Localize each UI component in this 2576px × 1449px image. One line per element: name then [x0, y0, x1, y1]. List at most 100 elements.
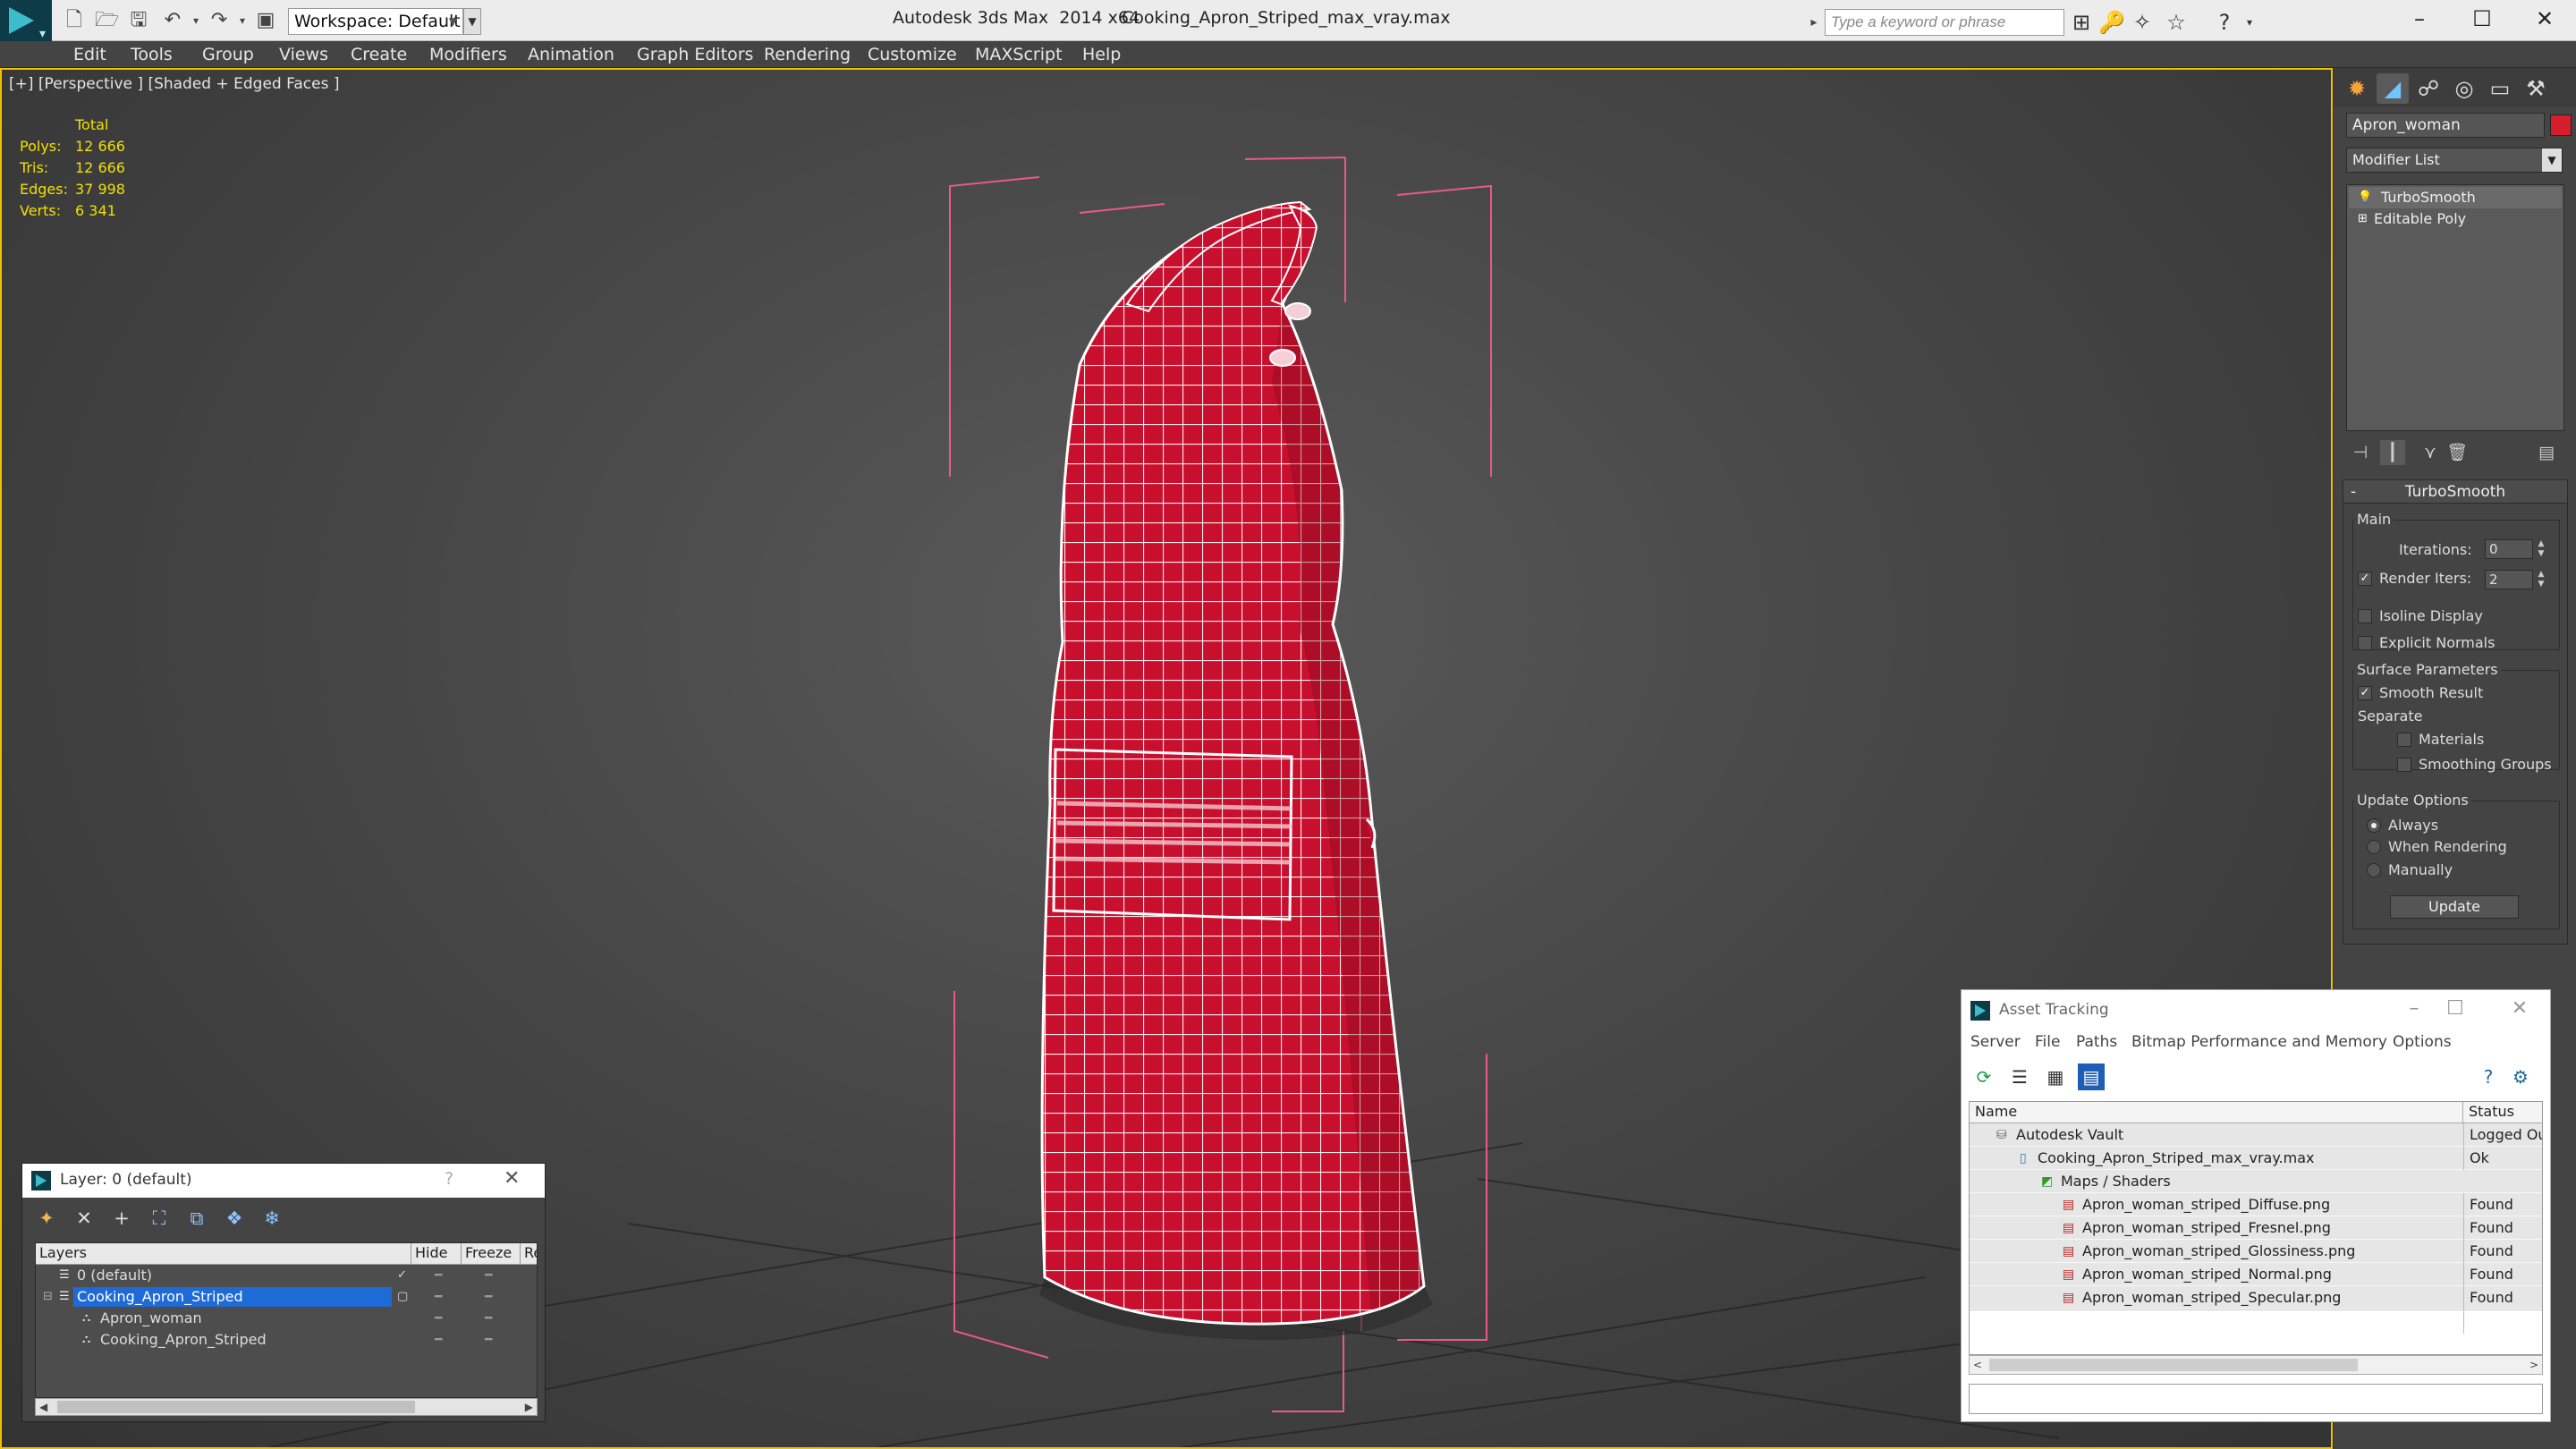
- scrollbar-thumb[interactable]: [1989, 1359, 2358, 1371]
- minimize-button[interactable]: –: [2396, 997, 2432, 1020]
- layer-row[interactable]: ⊟ ☰ Cooking_Apron_Striped ▢ ━ ━: [36, 1286, 537, 1308]
- scroll-left-icon[interactable]: <: [1973, 1356, 1982, 1374]
- stack-item-turbosmooth[interactable]: 💡 TurboSmooth: [2349, 187, 2562, 208]
- update-always-radio[interactable]: [2367, 818, 2381, 833]
- smooth-result-checkbox[interactable]: ✓: [2358, 686, 2372, 700]
- hide-all-layers-icon[interactable]: ❖: [221, 1205, 248, 1232]
- horizontal-scrollbar[interactable]: < >: [1969, 1355, 2543, 1375]
- object-color-swatch[interactable]: [2550, 114, 2572, 136]
- col-render[interactable]: Re: [521, 1243, 537, 1265]
- menu-maxscript[interactable]: MAXScript: [975, 43, 1063, 66]
- expand-plus-icon[interactable]: ⊞: [2358, 208, 2372, 230]
- workspace-selector[interactable]: Workspace: Default ▼: [288, 8, 463, 35]
- menu-create[interactable]: Create: [351, 43, 407, 66]
- select-objects-icon[interactable]: ⛶: [146, 1205, 173, 1232]
- materials-checkbox[interactable]: [2397, 733, 2411, 747]
- new-file-icon[interactable]: 🗋: [63, 9, 86, 32]
- delete-layer-icon[interactable]: ✕: [71, 1205, 97, 1232]
- subscription-icon[interactable]: 🔑: [2098, 9, 2125, 36]
- col-name[interactable]: Name: [1970, 1102, 2463, 1123]
- render-iters-checkbox[interactable]: ✓: [2358, 572, 2372, 586]
- menu-edit[interactable]: Edit: [73, 43, 106, 66]
- open-file-icon[interactable]: 🗁: [95, 9, 119, 32]
- menu-animation[interactable]: Animation: [528, 43, 614, 66]
- asset-path-field[interactable]: [1969, 1384, 2543, 1414]
- collapse-minus-icon[interactable]: ⊟: [43, 1286, 53, 1308]
- scrollbar-thumb[interactable]: [57, 1401, 415, 1413]
- maximize-button[interactable]: ☐: [2437, 997, 2473, 1020]
- lightbulb-icon[interactable]: 💡: [2358, 187, 2372, 208]
- spinner-arrows-icon[interactable]: ▲ ▼: [2535, 539, 2547, 559]
- menu-customize[interactable]: Customize: [868, 43, 957, 66]
- save-icon[interactable]: 🖫: [127, 9, 150, 32]
- redo-icon[interactable]: ↷: [208, 9, 231, 32]
- configure-sets-icon[interactable]: ▤: [2534, 440, 2559, 465]
- menu-graph-editors[interactable]: Graph Editors: [637, 43, 753, 66]
- help-dropdown-icon[interactable]: ▾: [2236, 9, 2263, 36]
- smoothing-groups-checkbox[interactable]: [2397, 758, 2411, 772]
- quick-access-dropdown[interactable]: ▼: [463, 8, 481, 35]
- explicit-normals-checkbox[interactable]: [2358, 636, 2372, 650]
- update-button[interactable]: Update: [2390, 895, 2519, 919]
- asset-row[interactable]: ▯ Cooking_Apron_Striped_max_vray.max Ok: [1970, 1147, 2542, 1170]
- update-manually-radio[interactable]: [2367, 863, 2381, 877]
- scroll-left-icon[interactable]: ◀: [39, 1399, 47, 1415]
- make-unique-icon[interactable]: ⋎: [2418, 440, 2443, 465]
- freeze-toggle[interactable]: ━: [485, 1329, 492, 1351]
- col-freeze[interactable]: Freeze: [462, 1243, 521, 1265]
- modify-tab-icon[interactable]: ◢: [2377, 73, 2409, 104]
- maximize-button[interactable]: ☐: [2451, 0, 2513, 39]
- create-tab-icon[interactable]: ✹: [2341, 73, 2373, 104]
- undo-icon[interactable]: ↶: [161, 9, 184, 32]
- modifier-list-dropdown[interactable]: Modifier List ▼: [2346, 148, 2563, 173]
- remove-modifier-icon[interactable]: 🗑: [2445, 440, 2470, 465]
- list-view-icon[interactable]: ☰: [2006, 1063, 2033, 1090]
- scroll-right-icon[interactable]: ▶: [525, 1399, 533, 1415]
- asset-row[interactable]: ▤ Apron_woman_striped_Specular.png Found: [1970, 1286, 2542, 1309]
- asset-row[interactable]: ⛁ Autodesk Vault Logged Ou: [1970, 1123, 2542, 1147]
- search-expand-icon[interactable]: ▸: [1805, 9, 1823, 36]
- new-layer-icon[interactable]: ✦: [33, 1205, 60, 1232]
- layer-row[interactable]: ☰ 0 (default) ✓ ━ ━: [36, 1265, 537, 1286]
- display-tab-icon[interactable]: ▭: [2484, 73, 2516, 104]
- add-to-layer-icon[interactable]: +: [108, 1205, 135, 1232]
- utilities-tab-icon[interactable]: ⚒: [2520, 73, 2552, 104]
- hide-toggle[interactable]: ━: [435, 1286, 442, 1308]
- asset-row[interactable]: ◩ Maps / Shaders: [1970, 1170, 2542, 1193]
- communication-icon[interactable]: ✧: [2129, 9, 2156, 36]
- iterations-spinner[interactable]: 0: [2485, 539, 2533, 559]
- highlight-layer-icon[interactable]: ⧉: [183, 1205, 210, 1232]
- update-when-rendering-radio[interactable]: [2367, 840, 2381, 854]
- asset-row[interactable]: ▤ Apron_woman_striped_Fresnel.png Found: [1970, 1216, 2542, 1240]
- table-view-icon[interactable]: ▤: [2078, 1063, 2105, 1090]
- redo-dropdown-icon[interactable]: ▾: [231, 9, 254, 32]
- layer-row[interactable]: ⛬ Cooking_Apron_Striped ━ ━: [36, 1329, 537, 1351]
- thumbnail-view-icon[interactable]: ▦: [2042, 1063, 2069, 1090]
- layer-row[interactable]: ⛬ Apron_woman ━ ━: [36, 1308, 537, 1329]
- help-button[interactable]: ?: [445, 1169, 453, 1189]
- menu-rendering[interactable]: Rendering: [764, 43, 851, 66]
- col-layers[interactable]: Layers: [36, 1243, 411, 1265]
- render-iters-spinner[interactable]: 2: [2485, 570, 2533, 589]
- active-layer-check-icon[interactable]: ✓: [397, 1265, 407, 1286]
- menu-server[interactable]: Server: [1970, 1033, 2021, 1051]
- help-icon[interactable]: ?: [2475, 1063, 2502, 1090]
- spinner-arrows-icon[interactable]: ▲ ▼: [2535, 570, 2547, 589]
- hierarchy-tab-icon[interactable]: ☍: [2412, 73, 2445, 104]
- layer-dialog-titlebar[interactable]: Layer: 0 (default) ? ✕: [22, 1164, 545, 1198]
- menu-modifiers[interactable]: Modifiers: [429, 43, 507, 66]
- minimize-button[interactable]: –: [2388, 0, 2451, 39]
- col-hide[interactable]: Hide: [411, 1243, 462, 1265]
- menu-group[interactable]: Group: [202, 43, 254, 66]
- menu-paths[interactable]: Paths: [2076, 1033, 2117, 1051]
- asset-row[interactable]: ▤ Apron_woman_striped_Glossiness.png Fou…: [1970, 1240, 2542, 1263]
- menu-tools[interactable]: Tools: [131, 43, 173, 66]
- set-active-layer-icon[interactable]: ▢: [397, 1286, 408, 1308]
- horizontal-scrollbar[interactable]: ◀ ▶: [35, 1398, 538, 1416]
- asset-row[interactable]: ▤ Apron_woman_striped_Normal.png Found: [1970, 1263, 2542, 1286]
- menu-options[interactable]: Options: [2393, 1033, 2452, 1051]
- hide-toggle[interactable]: ━: [435, 1329, 442, 1351]
- menu-file[interactable]: File: [2035, 1033, 2060, 1051]
- menu-bitmap-performance[interactable]: Bitmap Performance and Memory: [2131, 1033, 2387, 1051]
- stack-item-editable-poly[interactable]: ⊞ Editable Poly: [2349, 208, 2562, 230]
